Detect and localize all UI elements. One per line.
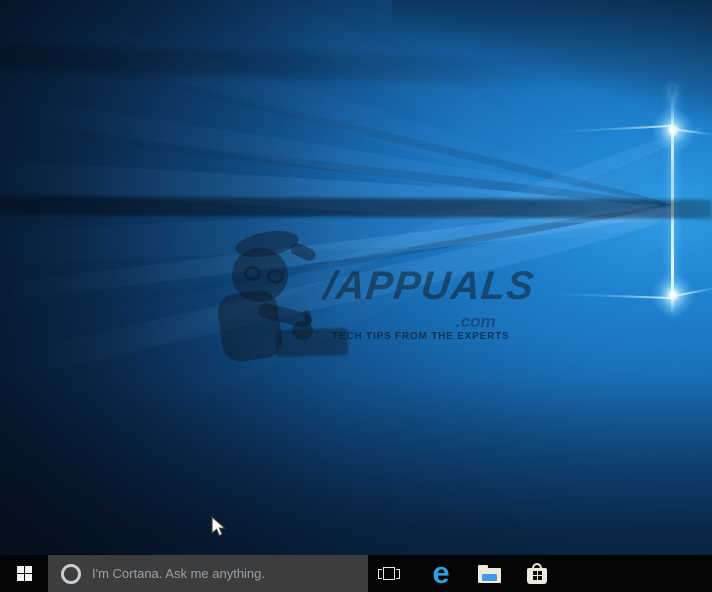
cortana-ring-icon [61,564,81,584]
mouse-cursor-icon [211,516,227,538]
appuals-watermark: /APPUALS .com TECH TIPS FROM THE EXPERTS [220,228,532,380]
store-icon [526,563,548,585]
edge-browser-button[interactable]: e [417,555,465,592]
task-view-button[interactable] [368,555,410,592]
desktop[interactable]: /APPUALS .com TECH TIPS FROM THE EXPERTS [0,0,712,555]
watermark-brand-text: /APPUALS [322,264,537,309]
watermark-character-icon [267,269,284,284]
task-view-icon [378,566,400,582]
watermark-domain-text: .com [456,312,496,332]
watermark-character-icon [244,266,261,281]
file-explorer-icon [478,565,501,583]
taskbar: I'm Cortana. Ask me anything. e [0,555,712,592]
store-windows-flag-icon [533,571,542,580]
watermark-tagline-text: TECH TIPS FROM THE EXPERTS [332,331,509,342]
search-placeholder-text: I'm Cortana. Ask me anything. [92,566,265,581]
store-button[interactable] [513,555,561,592]
start-button[interactable] [0,555,48,592]
windows-logo-icon [17,566,32,581]
watermark-character-icon [216,288,285,364]
watermark-character-icon [289,241,318,263]
edge-icon: e [432,557,449,588]
cortana-search-box[interactable]: I'm Cortana. Ask me anything. [48,555,368,592]
taskbar-icons: e [368,555,561,592]
file-explorer-button[interactable] [465,555,513,592]
windows-desktop-screen: /APPUALS .com TECH TIPS FROM THE EXPERTS… [0,0,712,592]
